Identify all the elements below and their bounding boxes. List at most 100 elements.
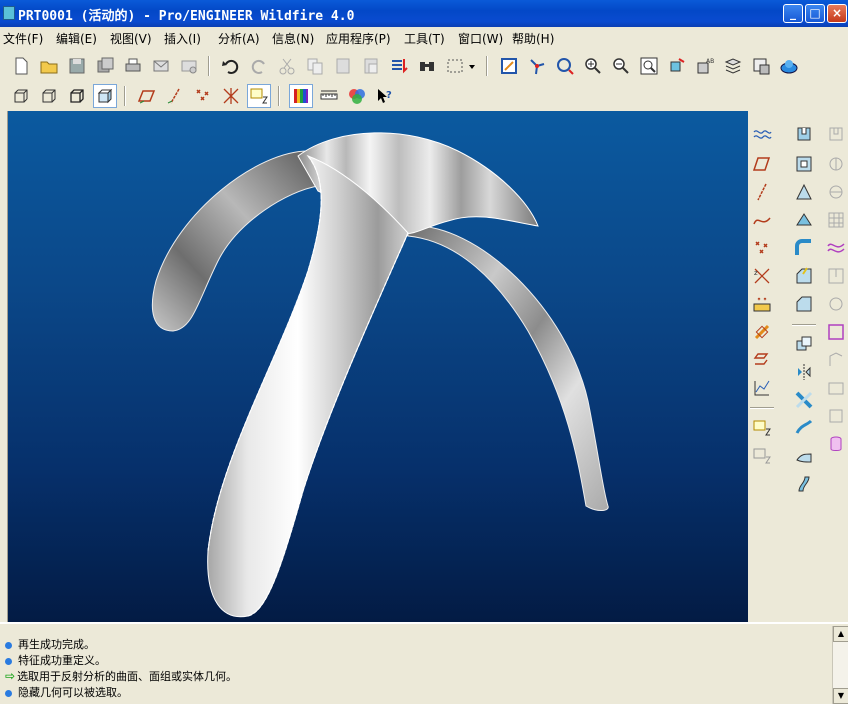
trim-icon[interactable] — [792, 416, 816, 440]
point-icon[interactable] — [750, 236, 774, 260]
offset-plane-icon[interactable] — [750, 348, 774, 372]
reorient-icon[interactable] — [665, 54, 689, 78]
menu-help[interactable]: 帮助(H) — [512, 30, 554, 47]
measure-icon[interactable] — [317, 84, 341, 108]
cosmetic-icon[interactable] — [824, 292, 848, 316]
note-disabled-icon[interactable] — [750, 444, 774, 468]
appearance-icon[interactable] — [777, 54, 801, 78]
coordinate-systems-icon[interactable] — [219, 84, 243, 108]
orient-icon[interactable] — [553, 54, 577, 78]
thicken-icon[interactable] — [824, 376, 848, 400]
menu-file[interactable]: 文件(F) — [3, 30, 43, 47]
menu-window[interactable]: 窗口(W) — [458, 30, 503, 47]
extrude-icon[interactable] — [792, 122, 816, 146]
draft-icon[interactable] — [792, 180, 816, 204]
view-manager-icon[interactable] — [749, 54, 773, 78]
extend-icon[interactable] — [792, 444, 816, 468]
regenerate-icon[interactable] — [387, 54, 411, 78]
zoom-in-icon[interactable] — [581, 54, 605, 78]
redo-icon[interactable] — [247, 54, 271, 78]
cut-icon[interactable] — [275, 54, 299, 78]
undo-icon[interactable] — [219, 54, 243, 78]
hidden-line-icon[interactable] — [37, 84, 61, 108]
copy-icon[interactable] — [303, 54, 327, 78]
merge-icon[interactable] — [792, 388, 816, 412]
plane-icon[interactable] — [750, 152, 774, 176]
edge-chamfer-icon[interactable] — [792, 264, 816, 288]
rib-icon[interactable] — [792, 208, 816, 232]
save-copy-icon[interactable] — [93, 54, 117, 78]
sketch-icon[interactable] — [750, 122, 774, 146]
left-splitter[interactable] — [0, 111, 8, 622]
round-icon[interactable] — [792, 236, 816, 260]
send-link-icon[interactable] — [177, 54, 201, 78]
copy-feature-icon[interactable] — [792, 332, 816, 356]
reflection-analysis-icon[interactable] — [289, 84, 313, 108]
repaint-icon[interactable] — [497, 54, 521, 78]
print-icon[interactable] — [121, 54, 145, 78]
menu-tools[interactable]: 工具(T) — [404, 30, 445, 47]
new-icon[interactable] — [9, 54, 33, 78]
menu-view[interactable]: 视图(V) — [110, 30, 152, 47]
menu-insert[interactable]: 插入(I) — [164, 30, 201, 47]
axis-icon[interactable] — [750, 180, 774, 204]
open-icon[interactable] — [37, 54, 61, 78]
sweep-icon[interactable] — [824, 122, 848, 146]
note-icon[interactable] — [750, 416, 774, 440]
model-3d — [151, 132, 609, 618]
paste-icon[interactable] — [331, 54, 355, 78]
boundary-icon[interactable] — [824, 348, 848, 372]
analysis-feature-icon[interactable] — [750, 292, 774, 316]
window-title: PRT0001 (活动的) - Pro/ENGINEER Wildfire 4.… — [18, 9, 355, 24]
datum-planes-icon[interactable] — [135, 84, 159, 108]
datum-axes-icon[interactable] — [163, 84, 187, 108]
annotation-icon[interactable] — [247, 84, 271, 108]
wireframe-icon[interactable] — [9, 84, 33, 108]
menu-edit[interactable]: 编辑(E) — [56, 30, 97, 47]
solidify-icon[interactable] — [824, 320, 848, 344]
chain-icon[interactable] — [750, 320, 774, 344]
offset-icon[interactable] — [792, 472, 816, 496]
message-scrollbar[interactable]: ▲ ▼ — [832, 626, 848, 704]
menu-applications[interactable]: 应用程序(P) — [326, 30, 391, 47]
send-mail-icon[interactable] — [149, 54, 173, 78]
datum-points-icon[interactable] — [191, 84, 215, 108]
menu-info[interactable]: 信息(N) — [272, 30, 314, 47]
paste-special-icon[interactable] — [359, 54, 383, 78]
saved-views-icon[interactable]: AB — [693, 54, 717, 78]
cylinder-icon[interactable] — [824, 432, 848, 456]
refit-icon[interactable] — [637, 54, 661, 78]
shell-icon[interactable] — [792, 152, 816, 176]
hole-icon[interactable] — [824, 264, 848, 288]
shading-icon[interactable] — [93, 84, 117, 108]
close-button[interactable]: × — [827, 4, 847, 23]
find-icon[interactable] — [415, 54, 439, 78]
layers-icon[interactable] — [721, 54, 745, 78]
no-hidden-icon[interactable] — [65, 84, 89, 108]
pattern-icon[interactable] — [824, 208, 848, 232]
graph-icon[interactable] — [750, 376, 774, 400]
save-icon[interactable] — [65, 54, 89, 78]
maximize-button[interactable]: □ — [805, 4, 825, 23]
csys-icon[interactable]: z — [750, 264, 774, 288]
menu-analysis[interactable]: 分析(A) — [218, 30, 260, 47]
title-bar[interactable]: PRT0001 (活动的) - Pro/ENGINEER Wildfire 4.… — [0, 0, 848, 27]
minimize-button[interactable]: _ — [783, 4, 803, 23]
proe-window: PRT0001 (活动的) - Pro/ENGINEER Wildfire 4.… — [0, 0, 848, 704]
revolve-icon[interactable] — [824, 152, 848, 176]
select-box-icon[interactable] — [443, 54, 467, 78]
graphics-window[interactable] — [8, 111, 748, 622]
scroll-down-button[interactable]: ▼ — [833, 688, 848, 704]
scroll-up-button[interactable]: ▲ — [833, 626, 848, 642]
style-icon[interactable] — [824, 236, 848, 260]
color-icon[interactable] — [345, 84, 369, 108]
spin-center-icon[interactable] — [525, 54, 549, 78]
mirror-icon[interactable] — [792, 360, 816, 384]
blend-icon[interactable] — [824, 180, 848, 204]
zoom-out-icon[interactable] — [609, 54, 633, 78]
curve-icon[interactable] — [750, 208, 774, 232]
chamfer-icon[interactable] — [792, 292, 816, 316]
dropdown-icon[interactable] — [465, 54, 479, 78]
whats-this-icon[interactable]: ? — [373, 84, 397, 108]
warp-icon[interactable] — [824, 404, 848, 428]
